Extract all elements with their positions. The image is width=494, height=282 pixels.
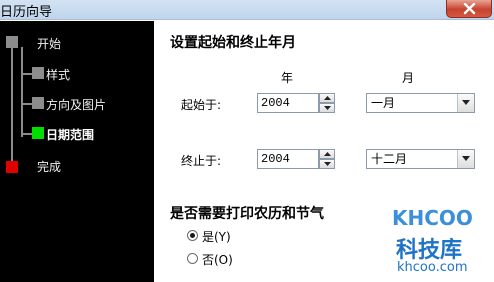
end-label: 终止于: [181, 154, 222, 168]
step-orientation-marker [32, 97, 44, 109]
tree-connector [11, 47, 13, 167]
step-date-range[interactable]: 日期范围 [46, 126, 94, 143]
tree-connector [21, 47, 23, 137]
year-column-header: 年 [281, 71, 294, 85]
radio-no[interactable]: 否(O) [187, 251, 247, 267]
window-title: 日历向导 [0, 5, 53, 20]
close-icon [463, 3, 476, 15]
radio-yes[interactable]: 是(Y) [187, 228, 247, 244]
arrow-down-icon [324, 106, 331, 110]
end-year-down-button[interactable] [319, 159, 335, 169]
start-year-spinner[interactable] [319, 93, 335, 113]
chevron-down-icon [462, 156, 470, 161]
radio-yes-circle[interactable] [187, 230, 198, 241]
title-bar: 日历向导 [0, 0, 494, 20]
step-start[interactable]: 开始 [37, 35, 61, 52]
end-month-dropdown-button[interactable] [457, 150, 474, 168]
step-orientation[interactable]: 方向及图片 [46, 96, 106, 113]
start-month-select[interactable]: 一月 [366, 93, 475, 113]
radio-no-label: 否(O) [202, 253, 233, 267]
arrow-up-icon [324, 152, 331, 156]
end-year-up-button[interactable] [319, 149, 335, 159]
date-range-heading: 设置起始和终止年月 [170, 35, 296, 51]
month-column-header: 月 [402, 71, 415, 85]
step-date-range-marker [32, 127, 44, 139]
step-finish-marker [6, 161, 18, 173]
end-year-spinner[interactable] [319, 149, 335, 169]
end-month-value: 十二月 [371, 152, 408, 166]
start-month-value: 一月 [371, 96, 396, 110]
step-style-marker [32, 67, 44, 79]
start-year-up-button[interactable] [319, 93, 335, 103]
chevron-down-icon [462, 100, 470, 105]
step-finish[interactable]: 完成 [37, 158, 61, 175]
end-month-select[interactable]: 十二月 [366, 149, 475, 169]
lunar-heading: 是否需要打印农历和节气 [170, 206, 324, 222]
start-label: 起始于: [181, 98, 222, 112]
watermark: KHCOO 科技库 khcoo.com [374, 196, 494, 282]
start-year-input[interactable]: 2004 [257, 93, 319, 113]
watermark-url: khcoo.com [397, 260, 468, 275]
end-year-input[interactable]: 2004 [257, 149, 319, 169]
step-style[interactable]: 样式 [46, 66, 70, 83]
start-month-dropdown-button[interactable] [457, 94, 474, 112]
arrow-down-icon [324, 162, 331, 166]
radio-yes-label: 是(Y) [202, 230, 231, 244]
step-start-marker [6, 36, 18, 48]
close-button[interactable] [446, 0, 492, 18]
wizard-step-tree: 开始 样式 方向及图片 日期范围 完成 [0, 21, 154, 282]
watermark-logo: KHCOO [392, 206, 473, 230]
arrow-up-icon [324, 96, 331, 100]
radio-no-circle[interactable] [187, 253, 198, 264]
start-year-down-button[interactable] [319, 103, 335, 113]
